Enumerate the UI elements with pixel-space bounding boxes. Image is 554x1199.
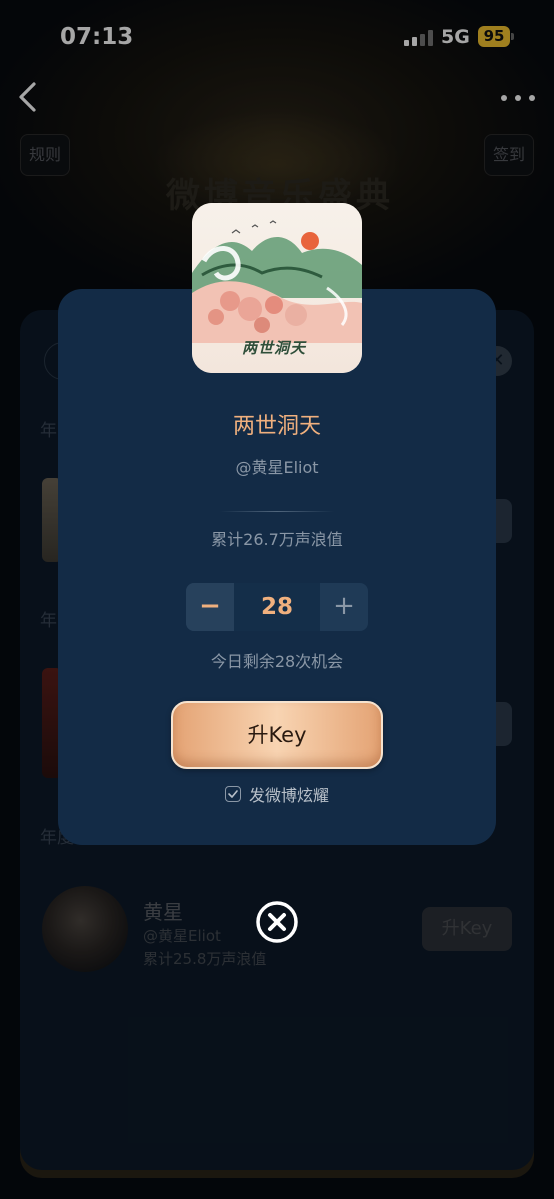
share-label: 发微博炫耀 [248, 786, 329, 805]
song-title: 两世洞天 [232, 414, 321, 439]
boost-key-button[interactable]: 升Key [171, 701, 383, 769]
close-icon[interactable] [255, 900, 299, 944]
increase-button[interactable]: + [320, 583, 368, 631]
share-to-weibo-option[interactable]: 发微博炫耀 [58, 782, 496, 806]
quantity-value[interactable]: 28 [234, 583, 320, 631]
artist-handle[interactable]: @黄星Eliot [58, 454, 496, 478]
check-icon [228, 790, 238, 798]
divider [220, 511, 334, 512]
decrease-button[interactable]: − [186, 583, 234, 631]
cover-calligraphy: 两世洞天 [242, 339, 307, 357]
album-cover: 两世洞天 [192, 203, 362, 373]
quantity-stepper: − 28 + [186, 583, 368, 631]
remaining-chances: 今日剩余28次机会 [210, 652, 344, 671]
total-wave-value: 累计26.7万声浪值 [211, 530, 343, 549]
share-checkbox[interactable] [224, 786, 241, 802]
